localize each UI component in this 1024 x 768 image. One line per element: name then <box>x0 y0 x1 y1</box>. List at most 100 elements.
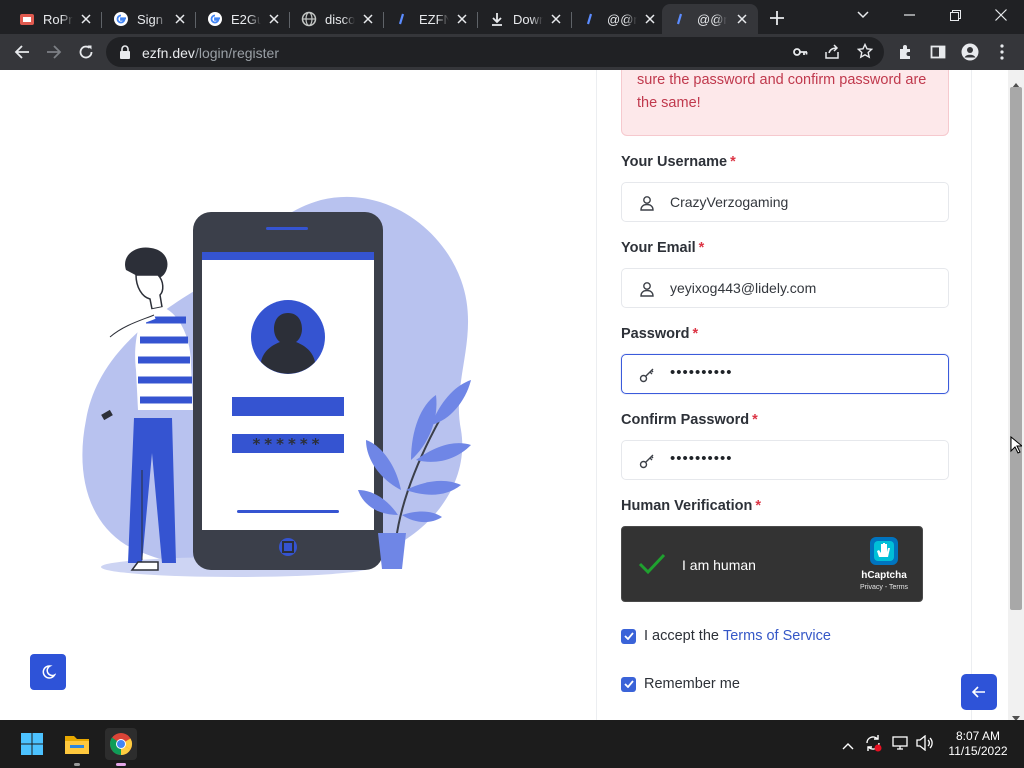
ezfn-icon <box>395 11 411 27</box>
menu-button[interactable] <box>988 38 1016 66</box>
username-field[interactable]: CrazyVerzogaming <box>621 182 949 222</box>
address-bar[interactable]: ezfn.dev/login/register <box>106 37 884 67</box>
tab-download[interactable]: Download <box>478 4 572 34</box>
forward-nav-button[interactable] <box>40 38 68 66</box>
tab-label: Sign in <box>137 11 167 27</box>
minimize-button[interactable] <box>886 0 932 30</box>
close-icon <box>995 9 1007 21</box>
chrome-icon <box>109 733 132 755</box>
arrow-left-icon <box>14 45 29 59</box>
password-field[interactable]: •••••••••• <box>621 354 949 394</box>
dark-mode-toggle[interactable] <box>30 654 66 690</box>
reload-button[interactable] <box>72 38 100 66</box>
arrow-right-icon <box>47 45 62 59</box>
close-icon[interactable] <box>734 11 750 27</box>
system-clock[interactable]: 8:07 AM 11/15/2022 <box>946 729 1010 759</box>
restore-button[interactable] <box>932 0 978 30</box>
check-icon <box>623 632 634 640</box>
close-icon[interactable] <box>78 11 94 27</box>
check-icon <box>623 680 634 688</box>
confirm-password-label-text: Confirm Password <box>621 412 750 428</box>
running-indicator <box>74 763 80 766</box>
close-icon[interactable] <box>548 11 564 27</box>
close-icon[interactable] <box>172 11 188 27</box>
close-window-button[interactable] <box>978 0 1024 30</box>
required-mark: * <box>755 498 761 514</box>
share-icon[interactable] <box>824 44 840 65</box>
more-vert-icon <box>1000 44 1004 60</box>
plus-icon <box>770 11 784 25</box>
tab-label: EZFN <box>419 11 449 27</box>
volume-icon[interactable] <box>916 734 934 756</box>
username-value: CrazyVerzogaming <box>670 194 789 210</box>
arrow-left-icon <box>972 686 985 698</box>
chevron-up-icon[interactable] <box>842 737 854 755</box>
email-field[interactable]: yeyixog443@lidely.com <box>621 268 949 308</box>
scroll-down-icon[interactable] <box>1012 708 1020 720</box>
tab-search-button[interactable] <box>840 0 886 30</box>
close-icon[interactable] <box>360 11 376 27</box>
folder-icon <box>65 736 89 754</box>
terms-checkbox[interactable] <box>621 628 636 644</box>
file-explorer-button[interactable] <box>61 728 93 760</box>
captcha-links[interactable]: Privacy - Terms <box>842 584 926 591</box>
restore-icon <box>949 9 961 21</box>
windows-logo-icon <box>21 733 43 755</box>
scroll-thumb[interactable] <box>1010 87 1022 610</box>
ropro-icon <box>19 11 35 27</box>
captcha-text: I am human <box>682 557 756 573</box>
back-nav-button[interactable] <box>8 38 36 66</box>
checkmark-icon[interactable] <box>638 553 666 580</box>
ezfn-icon <box>583 11 599 27</box>
required-mark: * <box>698 240 705 256</box>
terms-checkbox-row[interactable]: I accept the Terms of Service <box>621 628 831 644</box>
url-path: /login/register <box>194 45 279 61</box>
tab-label: RoPro <box>43 11 73 27</box>
password-label: Password * <box>621 326 698 342</box>
terms-of-service-link[interactable]: Terms of Service <box>723 628 831 644</box>
back-button[interactable] <box>961 674 997 710</box>
key-icon[interactable] <box>792 44 808 65</box>
extensions-button[interactable] <box>892 38 920 66</box>
tab-ezfn[interactable]: EZFN <box>384 4 478 34</box>
side-panel-button[interactable] <box>924 38 952 66</box>
email-value: yeyixog443@lidely.com <box>670 280 817 296</box>
remember-checkbox[interactable] <box>621 676 636 692</box>
illustration-panel: ****** <box>0 70 596 720</box>
close-icon[interactable] <box>454 11 470 27</box>
tab-ropro[interactable]: RoPro <box>8 4 102 34</box>
new-tab-button[interactable] <box>766 7 788 29</box>
required-mark: * <box>730 154 736 170</box>
remember-checkbox-row[interactable]: Remember me <box>621 676 740 692</box>
active-indicator <box>116 763 126 766</box>
tab-ezfn-2[interactable]: @@n <box>572 4 666 34</box>
download-icon <box>489 11 505 27</box>
close-icon[interactable] <box>642 11 658 27</box>
start-button[interactable] <box>16 728 48 760</box>
page-scrollbar[interactable] <box>1008 70 1024 720</box>
password-value: •••••••••• <box>670 364 733 381</box>
close-icon[interactable] <box>266 11 282 27</box>
url-host: ezfn.dev <box>142 45 195 61</box>
profile-button[interactable] <box>956 38 984 66</box>
browser-tab-strip: RoPro Sign in E2Guide discord EZFN <box>0 0 1024 34</box>
reload-icon <box>79 45 93 59</box>
star-icon[interactable] <box>856 42 874 64</box>
tab-sign-in[interactable]: Sign in <box>102 4 196 34</box>
tab-e2guide[interactable]: E2Guide <box>196 4 290 34</box>
confirm-password-field[interactable]: •••••••••• <box>621 440 949 480</box>
user-icon <box>638 194 656 212</box>
hcaptcha-widget[interactable]: I am human hCaptcha Privacy - Terms <box>621 526 923 602</box>
browser-toolbar: ezfn.dev/login/register <box>0 34 1024 70</box>
chrome-taskbar-button[interactable] <box>105 728 137 760</box>
required-mark: * <box>752 412 758 428</box>
tab-label: Download <box>513 11 543 27</box>
update-sync-icon[interactable] <box>864 734 882 757</box>
required-mark: * <box>692 326 699 342</box>
tab-ezfn-active[interactable]: @@n <box>662 4 758 34</box>
network-icon[interactable] <box>892 735 910 756</box>
tab-discord[interactable]: discord <box>290 4 384 34</box>
page-viewport: ****** sure the password and confirm pas… <box>0 70 1024 720</box>
tab-label: discord <box>325 11 355 27</box>
tab-label: E2Guide <box>231 11 261 27</box>
